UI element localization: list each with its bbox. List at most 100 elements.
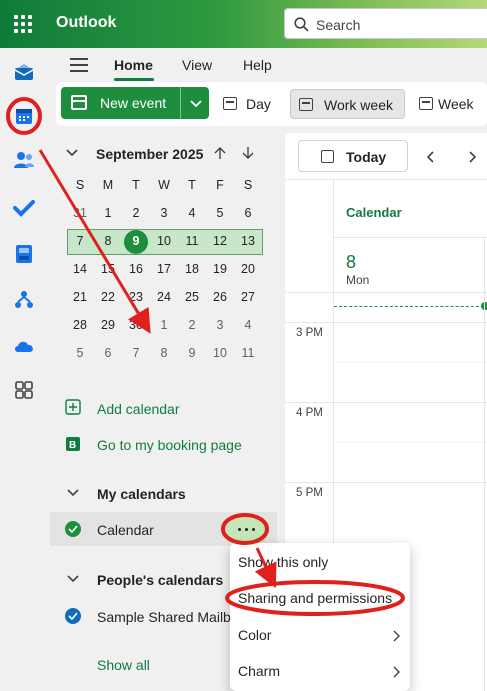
minical-day[interactable]: 4 bbox=[178, 206, 206, 220]
minical-day[interactable]: 7 bbox=[66, 234, 94, 248]
weekday-header: T bbox=[188, 178, 196, 192]
minical-day[interactable]: 2 bbox=[178, 318, 206, 332]
minical-day[interactable]: 10 bbox=[150, 234, 178, 248]
arrow-up-icon[interactable] bbox=[212, 145, 228, 161]
minical-day[interactable]: 7 bbox=[122, 346, 150, 360]
chevron-right-icon bbox=[393, 666, 400, 678]
work-week-icon bbox=[299, 98, 313, 111]
menu-item-show-this-only[interactable]: Show this only bbox=[238, 554, 328, 570]
chevron-down-icon[interactable] bbox=[187, 94, 205, 112]
hour-label: 4 PM bbox=[296, 407, 323, 419]
booking-page-link[interactable]: Go to my booking page bbox=[97, 437, 242, 453]
chevron-down-icon[interactable] bbox=[66, 486, 80, 500]
menu-item-sharing-and-permissions[interactable]: Sharing and permissions bbox=[238, 590, 392, 606]
add-calendar-link[interactable]: Add calendar bbox=[97, 401, 180, 417]
more-options-button[interactable] bbox=[226, 517, 266, 543]
minical-title[interactable]: September 2025 bbox=[96, 146, 203, 162]
arrow-down-icon[interactable] bbox=[240, 145, 256, 161]
minical-day[interactable]: 4 bbox=[234, 318, 262, 332]
menu-icon[interactable] bbox=[70, 58, 88, 76]
grid-line bbox=[484, 237, 485, 691]
minical-day[interactable]: 10 bbox=[206, 346, 234, 360]
day-view-label: Day bbox=[246, 96, 271, 112]
day-number[interactable]: 8 bbox=[346, 252, 356, 273]
minical-day[interactable]: 11 bbox=[178, 234, 206, 248]
hour-label: 3 PM bbox=[296, 327, 323, 339]
minical-day[interactable]: 23 bbox=[122, 290, 150, 304]
people-icon[interactable] bbox=[12, 148, 36, 172]
shared-calendar-checked-icon[interactable] bbox=[65, 608, 81, 624]
work-week-view-button[interactable]: Work week bbox=[290, 89, 405, 119]
minical-day[interactable]: 6 bbox=[94, 346, 122, 360]
files-icon[interactable] bbox=[12, 242, 36, 266]
minical-day[interactable]: 12 bbox=[206, 234, 234, 248]
minical-day[interactable]: 25 bbox=[178, 290, 206, 304]
minical-day[interactable]: 8 bbox=[150, 346, 178, 360]
minical-day[interactable]: 21 bbox=[66, 290, 94, 304]
minical-day[interactable]: 5 bbox=[66, 346, 94, 360]
minical-day[interactable]: 24 bbox=[150, 290, 178, 304]
minical-day[interactable]: 2 bbox=[122, 206, 150, 220]
minical-day[interactable]: 15 bbox=[94, 262, 122, 276]
add-calendar-icon bbox=[65, 399, 81, 415]
day-view-button[interactable]: Day bbox=[215, 89, 277, 119]
menu-item-color[interactable]: Color bbox=[238, 627, 271, 643]
hour-line bbox=[285, 402, 487, 403]
minical-day[interactable]: 13 bbox=[234, 234, 262, 248]
minical-day[interactable]: 1 bbox=[150, 318, 178, 332]
previous-arrow-icon[interactable] bbox=[424, 150, 438, 164]
my-calendars-header[interactable]: My calendars bbox=[97, 486, 186, 502]
tab-view[interactable]: View bbox=[182, 57, 212, 73]
minical-day[interactable]: 20 bbox=[234, 262, 262, 276]
weekday-header: F bbox=[216, 178, 224, 192]
apps-icon[interactable] bbox=[12, 378, 36, 402]
menu-item-charm[interactable]: Charm bbox=[238, 663, 280, 679]
app-launcher-icon[interactable] bbox=[14, 15, 32, 33]
minical-day[interactable]: 31 bbox=[66, 206, 94, 220]
tab-home[interactable]: Home bbox=[114, 57, 153, 73]
peoples-calendars-header[interactable]: People's calendars bbox=[97, 572, 223, 588]
calendar-context-menu: Show this only Sharing and permissions C… bbox=[230, 543, 410, 691]
minical-day[interactable]: 29 bbox=[94, 318, 122, 332]
show-all-link[interactable]: Show all bbox=[97, 657, 150, 673]
search-icon bbox=[294, 17, 309, 32]
active-tab-indicator bbox=[114, 78, 154, 81]
calendar-checked-icon[interactable] bbox=[65, 521, 81, 537]
minical-day[interactable]: 30 bbox=[122, 318, 150, 332]
next-arrow-icon[interactable] bbox=[465, 150, 479, 164]
todo-icon[interactable] bbox=[12, 196, 36, 220]
shared-calendar-name[interactable]: Sample Shared Mailbo bbox=[97, 609, 235, 625]
day-view-icon bbox=[223, 97, 237, 110]
minical-day[interactable]: 3 bbox=[150, 206, 178, 220]
minical-day[interactable]: 8 bbox=[94, 234, 122, 248]
weekday-header: S bbox=[75, 178, 85, 192]
collapse-minical-icon[interactable] bbox=[64, 146, 80, 160]
minical-day[interactable]: 22 bbox=[94, 290, 122, 304]
minical-day[interactable]: 9 bbox=[178, 346, 206, 360]
search-input[interactable]: Search bbox=[284, 8, 487, 39]
mail-icon[interactable] bbox=[12, 60, 36, 84]
minical-day[interactable]: 11 bbox=[234, 346, 262, 360]
minical-day[interactable]: 3 bbox=[206, 318, 234, 332]
minical-day[interactable]: 16 bbox=[122, 262, 150, 276]
new-event-button[interactable]: New event bbox=[61, 87, 209, 119]
minical-day[interactable]: 5 bbox=[206, 206, 234, 220]
minical-day[interactable]: 6 bbox=[234, 206, 262, 220]
org-icon[interactable] bbox=[12, 288, 36, 312]
minical-day[interactable]: 28 bbox=[66, 318, 94, 332]
tab-help[interactable]: Help bbox=[243, 57, 272, 73]
minical-day[interactable]: 19 bbox=[206, 262, 234, 276]
chevron-down-icon[interactable] bbox=[66, 572, 80, 586]
week-view-button[interactable]: Week bbox=[411, 89, 487, 119]
minical-day[interactable]: 27 bbox=[234, 290, 262, 304]
onedrive-icon[interactable] bbox=[12, 334, 36, 358]
minical-day[interactable]: 9 bbox=[122, 234, 150, 248]
minical-day[interactable]: 14 bbox=[66, 262, 94, 276]
hour-label: 5 PM bbox=[296, 487, 323, 499]
minical-day[interactable]: 18 bbox=[178, 262, 206, 276]
minical-day[interactable]: 26 bbox=[206, 290, 234, 304]
today-button[interactable]: Today bbox=[298, 140, 408, 172]
minical-day[interactable]: 17 bbox=[150, 262, 178, 276]
minical-day[interactable]: 1 bbox=[94, 206, 122, 220]
calendar-icon[interactable] bbox=[12, 104, 36, 128]
